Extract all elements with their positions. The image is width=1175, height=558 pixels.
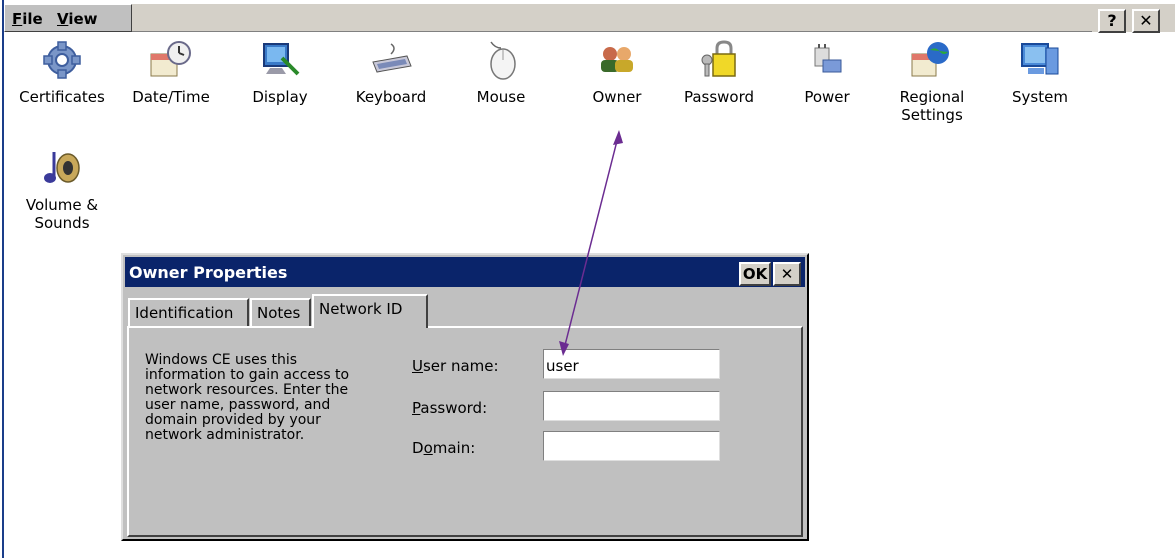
domain-input[interactable] (543, 431, 720, 461)
password-input[interactable] (543, 391, 720, 421)
dialog-ok-button[interactable]: OK (739, 262, 771, 286)
owner-people-icon (601, 47, 633, 72)
menu-bar-fill (132, 4, 1092, 32)
icon-display[interactable]: Display (230, 40, 330, 106)
dialog-title-bar: Owner Properties (125, 257, 805, 287)
system-computer-icon (1021, 43, 1059, 75)
window-close-button[interactable]: ✕ (1132, 9, 1160, 33)
gear-icon (43, 41, 81, 79)
music-speaker-icon (44, 152, 80, 183)
owner-properties-dialog: Owner Properties OK ✕ Identification Not… (121, 253, 809, 541)
menu-view[interactable]: View (57, 10, 98, 28)
icon-certificates[interactable]: Certificates (12, 40, 112, 106)
globe-calendar-icon (911, 42, 949, 77)
menu-bar: File View (4, 4, 132, 32)
display-icon (263, 43, 300, 76)
help-button[interactable]: ? (1098, 9, 1126, 33)
menu-file[interactable]: File (12, 10, 43, 28)
window-frame (2, 0, 4, 558)
username-input[interactable] (543, 349, 720, 379)
dialog-close-button[interactable]: ✕ (773, 262, 801, 286)
keyboard-icon (372, 43, 412, 73)
mouse-icon (490, 41, 516, 80)
icon-datetime[interactable]: Date/Time (121, 40, 221, 106)
tab-identification[interactable]: Identification (128, 298, 249, 326)
password-label: Password: (412, 399, 488, 417)
password-lock-icon (701, 40, 736, 77)
icon-system[interactable]: System (990, 40, 1090, 106)
username-label: User name: (412, 357, 499, 375)
icon-owner[interactable]: Owner (567, 40, 667, 106)
icon-power[interactable]: Power (777, 40, 877, 106)
domain-label: Domain: (412, 439, 476, 457)
tab-notes[interactable]: Notes (250, 298, 311, 326)
icon-volume-sounds[interactable]: Volume & Sounds (12, 148, 112, 232)
tab-network-id[interactable]: Network ID (312, 294, 428, 328)
icon-password[interactable]: Password (669, 40, 769, 106)
power-plug-icon (814, 44, 842, 73)
network-id-description: Windows CE uses this information to gain… (145, 352, 350, 443)
dialog-title: Owner Properties (129, 263, 288, 282)
calendar-clock-icon (150, 41, 191, 77)
icon-regional-settings[interactable]: Regional Settings (882, 40, 982, 124)
icon-mouse[interactable]: Mouse (451, 40, 551, 106)
icon-keyboard[interactable]: Keyboard (341, 40, 441, 106)
